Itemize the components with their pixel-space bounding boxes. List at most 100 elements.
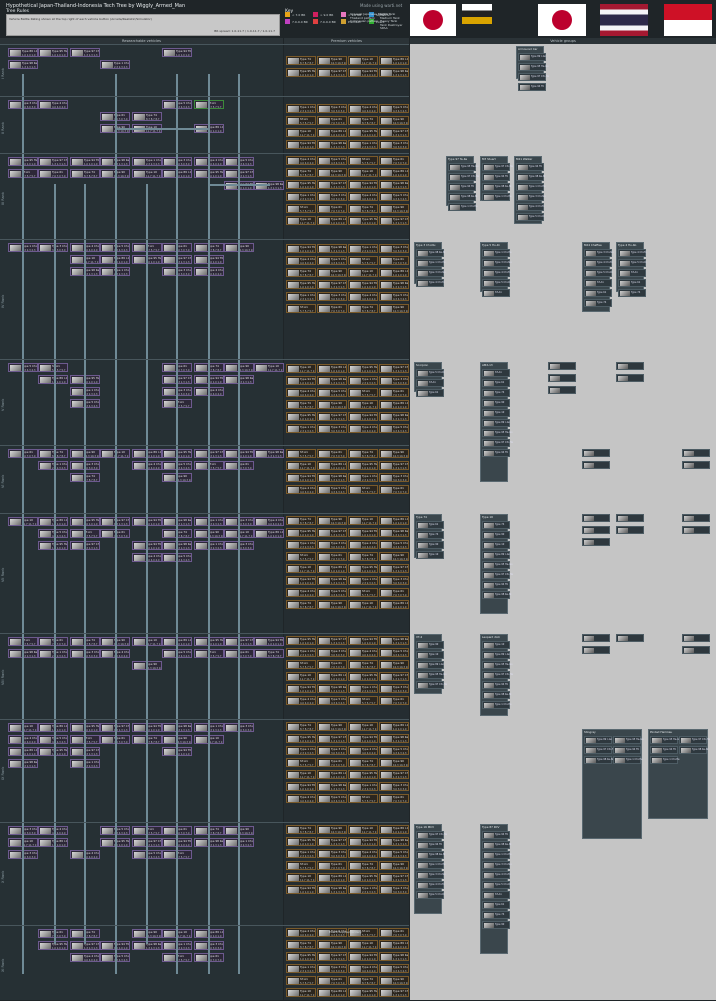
group-vehicle-node[interactable]: Type 90	[416, 641, 444, 649]
group-vehicle-node[interactable]: Type 89 I-Go	[518, 53, 546, 61]
group-vehicle-node[interactable]	[682, 646, 710, 654]
group-vehicle-node[interactable]: Type 4 Chi-To	[516, 203, 545, 211]
group-vehicle-node[interactable]: Type 5 Chi-Ri	[482, 279, 511, 287]
group-vehicle-node[interactable]	[682, 449, 710, 457]
group-vehicle-node[interactable]: Type 98 Ke-Ni	[584, 756, 613, 764]
group-vehicle-node[interactable]	[682, 526, 710, 534]
group-vehicle-node[interactable]: Type 3 Chi-Nu	[416, 269, 446, 277]
group-vehicle-node[interactable]: Type 97 Chi-Ha	[416, 681, 447, 689]
group-vehicle-node[interactable]: Type 98 Ke-Ni	[482, 841, 511, 849]
group-vehicle-node[interactable]: Type 10	[482, 409, 510, 417]
group-vehicle-node[interactable]: Type 97 Chi-Ha	[518, 73, 549, 81]
group-vehicle-node[interactable]: ST-A1	[482, 289, 510, 297]
group-vehicle-node[interactable]: Type 5 Chi-Ri	[618, 259, 647, 267]
vehicle-group[interactable]: M3 Stuart Type 97 Chi-Ha Type 94 TK Type 98…	[480, 156, 513, 201]
vehicle-group[interactable]: Type 10 Type 74 Type 90 Type 10 Type 89 I-Go…	[480, 514, 513, 614]
vehicle-group[interactable]: Scorpion Type 5 Chi-Ri ST-A1 Type 61	[414, 362, 445, 397]
group-vehicle-node[interactable]	[616, 374, 644, 382]
group-vehicle-node[interactable]: Type 94 TK	[448, 183, 476, 191]
group-vehicle-node[interactable]: Type 89 I-Go	[482, 419, 510, 427]
group-vehicle-node[interactable]: Type 89 I-Go	[482, 651, 510, 659]
group-vehicle-node[interactable]	[548, 374, 576, 382]
group-vehicle-node[interactable]: Type 90	[482, 399, 510, 407]
group-vehicle-node[interactable]: ST-A1	[482, 369, 510, 377]
group-vehicle-node[interactable]: Type 98 Ke-Ni	[482, 591, 511, 599]
group-vehicle-node[interactable]: Type 3 Chi-Nu	[516, 193, 546, 201]
group-vehicle-node[interactable]: Type 74	[482, 911, 510, 919]
group-vehicle-node[interactable]: Type 5 Chi-Ri	[584, 269, 613, 277]
group-vehicle-node[interactable]: Type 61	[416, 521, 444, 529]
group-vehicle-node[interactable]: Type 90	[482, 921, 510, 929]
group-vehicle-node[interactable]: Type 95 Ha-Go	[416, 671, 447, 679]
vehicle-group[interactable]: M24 Chaffee Type 3 Chi-Nu Type 4 Chi-To Typ…	[582, 242, 614, 312]
group-vehicle-node[interactable]: Type 4 Chi-To	[618, 249, 647, 257]
group-vehicle-node[interactable]: Type 98 Ke-Ni	[416, 249, 445, 257]
group-vehicle-node[interactable]: Type 98 Ke-Ni	[416, 851, 445, 859]
group-vehicle-node[interactable]: Type 61	[482, 379, 510, 387]
group-vehicle-node[interactable]	[682, 514, 710, 522]
vehicle-group[interactable]: Armoured Car Type 89 I-Go Type 95 Ha-Go Typ…	[516, 46, 549, 91]
group-vehicle-node[interactable]: Type 94 TK	[516, 163, 544, 171]
group-vehicle-node[interactable]: Type 95 Ha-Go	[482, 661, 513, 669]
group-vehicle-node[interactable]: Type 74	[584, 299, 612, 307]
group-vehicle-node[interactable]: Type 1 Chi-He	[416, 259, 446, 267]
group-vehicle-node[interactable]: Type 97 Chi-Ha	[448, 173, 479, 181]
group-vehicle-node[interactable]: Type 97 Chi-Ha	[482, 571, 513, 579]
group-vehicle-node[interactable]: ST-A1	[618, 269, 646, 277]
vehicle-group[interactable]: Type 5 Ho-Ri Type 1 Chi-He Type 3 Chi-Nu Ty…	[480, 242, 512, 297]
group-vehicle-node[interactable]: Type 74	[482, 389, 510, 397]
group-vehicle-node[interactable]: Type 90	[416, 541, 444, 549]
group-vehicle-node[interactable]: Type 10	[482, 641, 510, 649]
vehicle-group[interactable]: Type 3 Chi-Nu Type 98 Ke-Ni Type 1 Chi-He T…	[414, 242, 446, 287]
group-vehicle-node[interactable]	[682, 634, 710, 642]
group-vehicle-node[interactable]: Type 98 Ke-Ni	[448, 193, 477, 201]
group-vehicle-node[interactable]: Type 94 TK	[482, 449, 510, 457]
vehicle-group[interactable]: M41 Walker Type 94 TK Type 98 Ke-Ni Type 1 …	[514, 156, 546, 224]
group-vehicle-node[interactable]: Type 94 TK	[518, 83, 546, 91]
group-vehicle-node[interactable]: Type 94 TK	[613, 746, 641, 754]
group-vehicle-node[interactable]	[548, 362, 576, 370]
group-vehicle-node[interactable]: ST-A1	[584, 279, 612, 287]
group-vehicle-node[interactable]: Type 61	[618, 279, 646, 287]
group-vehicle-node[interactable]: Type 10	[416, 651, 444, 659]
group-vehicle-node[interactable]	[616, 634, 644, 642]
vehicle-group[interactable]: Leopard 2A4 Type 10 Type 89 I-Go Type 95 Ha…	[480, 634, 513, 716]
group-vehicle-node[interactable]	[582, 646, 610, 654]
group-vehicle-node[interactable]: Type 61	[584, 289, 612, 297]
group-vehicle-node[interactable]: Type 1 Chi-He	[482, 193, 512, 201]
group-vehicle-node[interactable]: Type 97 Chi-Ha	[482, 671, 513, 679]
group-vehicle-node[interactable]: Type 95 Ha-Go	[482, 429, 513, 437]
group-vehicle-node[interactable]: Type 90	[482, 531, 510, 539]
group-vehicle-node[interactable]: Type 3 Chi-Nu	[584, 249, 614, 257]
group-vehicle-node[interactable]: Type 97 Chi-Ha	[416, 831, 447, 839]
group-vehicle-node[interactable]: Type 1 Chi-He	[448, 203, 478, 211]
group-vehicle-node[interactable]: Type 3 Chi-Nu	[482, 861, 512, 869]
group-vehicle-node[interactable]: Type 1 Chi-He	[416, 861, 446, 869]
group-vehicle-node[interactable]: Type 4 Chi-To	[416, 279, 445, 287]
group-vehicle-node[interactable]: Type 61	[416, 389, 444, 397]
group-vehicle-node[interactable]: Type 3 Chi-Nu	[482, 259, 512, 267]
group-vehicle-node[interactable]: Type 95 Ha-Go	[518, 63, 549, 71]
group-vehicle-node[interactable]: Type 98 Ke-Ni	[679, 746, 708, 754]
group-vehicle-node[interactable]: Type 97 Chi-Ha	[584, 746, 615, 754]
group-vehicle-node[interactable]: Type 97 Chi-Ha	[679, 736, 710, 744]
group-vehicle-node[interactable]: Type 97 Chi-Ha	[482, 439, 513, 447]
group-vehicle-node[interactable]	[682, 461, 710, 469]
group-vehicle-node[interactable]: Type 10	[416, 551, 444, 559]
group-vehicle-node[interactable]: Type 98 Ke-Ni	[516, 173, 545, 181]
group-vehicle-node[interactable]: ST-A1	[482, 891, 510, 899]
group-vehicle-node[interactable]: Type 10	[482, 541, 510, 549]
group-vehicle-node[interactable]: ST-A1	[416, 379, 444, 387]
group-vehicle-node[interactable]: Type 95 Ha-Go	[613, 736, 644, 744]
group-vehicle-node[interactable]	[616, 514, 644, 522]
vehicle-group[interactable]: AMX-13 ST-A1 Type 61 Type 74 Type 90 Type 10 T…	[480, 362, 513, 482]
group-vehicle-node[interactable]	[548, 386, 576, 394]
vehicle-group[interactable]: Type 4 Ho-Ro Type 4 Chi-To Type 5 Chi-Ri ST…	[616, 242, 647, 297]
vehicle-group[interactable]: Type 97 Te-Ke Type 95 Ha-Go Type 97 Chi-Ha…	[446, 156, 479, 211]
group-vehicle-node[interactable]: Type 94 TK	[482, 681, 510, 689]
group-vehicle-node[interactable]: Type 94 TK	[482, 581, 510, 589]
group-vehicle-node[interactable]: Type 1 Chi-He	[482, 851, 512, 859]
group-vehicle-node[interactable]: Type 98 Ke-Ni	[482, 183, 511, 191]
vehicle-group[interactable]: Stingray Type 89 I-Go Type 95 Ha-Go Type 97…	[582, 729, 644, 839]
vehicle-group[interactable]: Type 87 RCV Type 94 TK Type 98 Ke-Ni Type 1…	[480, 824, 512, 954]
